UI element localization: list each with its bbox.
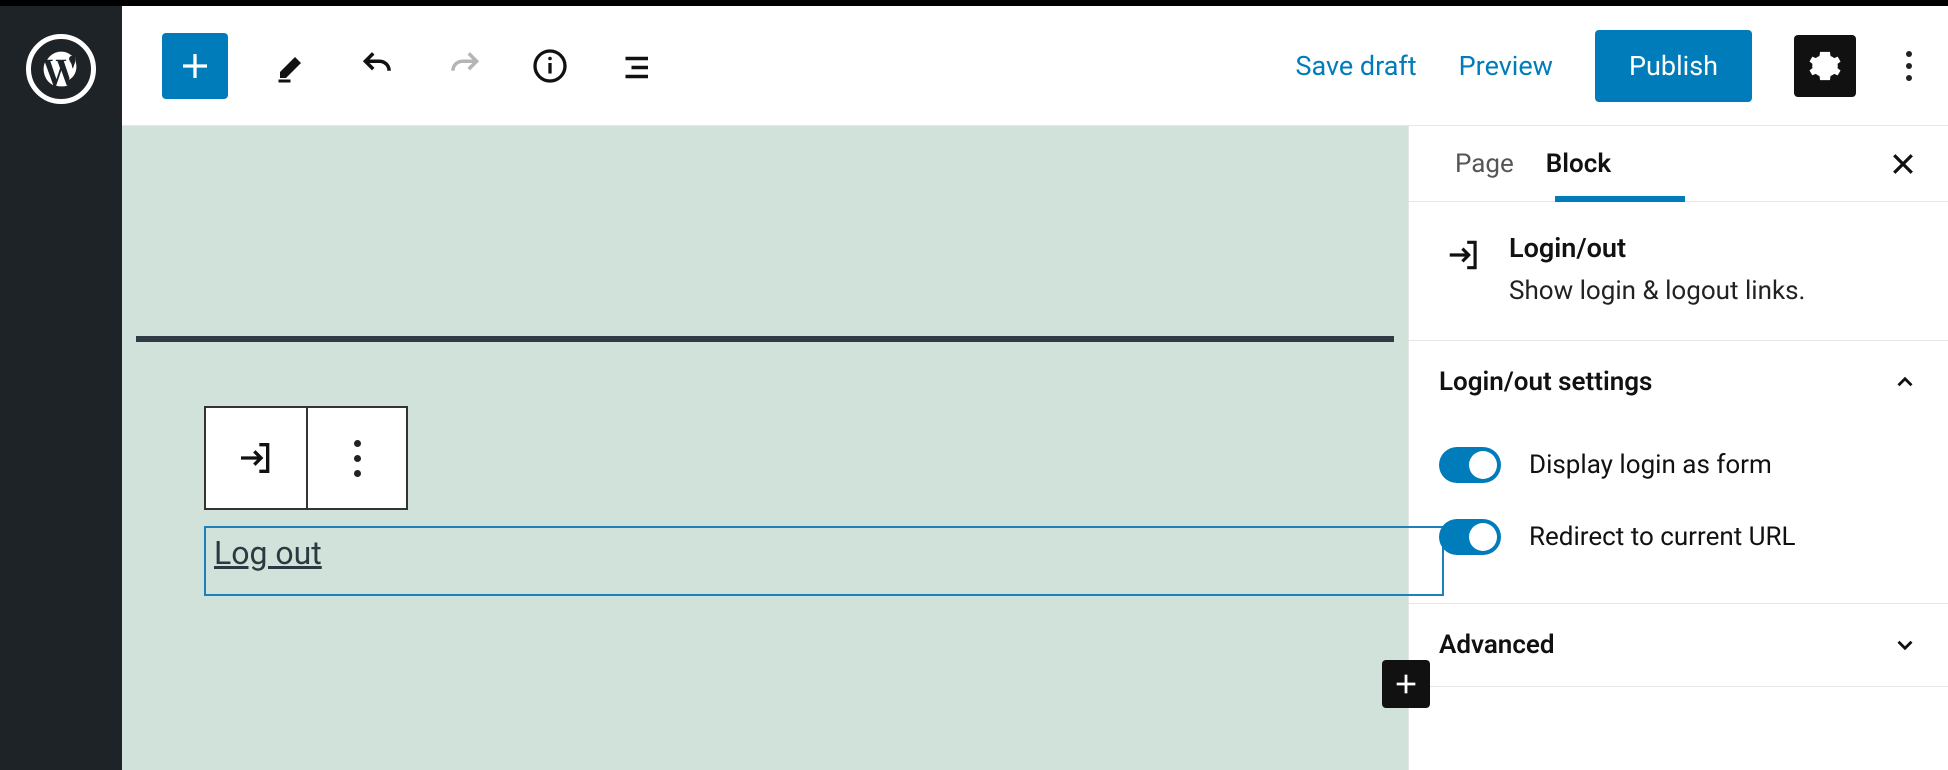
block-title: Login/out bbox=[1509, 232, 1805, 264]
append-block-button[interactable] bbox=[1382, 660, 1430, 708]
advanced-panel-toggle[interactable]: Advanced bbox=[1409, 604, 1948, 686]
block-type-login-icon[interactable] bbox=[206, 408, 306, 508]
publish-button[interactable]: Publish bbox=[1595, 30, 1752, 102]
display-login-form-label: Display login as form bbox=[1529, 450, 1772, 480]
redirect-current-url-label: Redirect to current URL bbox=[1529, 522, 1796, 552]
display-login-form-toggle[interactable] bbox=[1439, 447, 1501, 483]
block-card: Login/out Show login & logout links. bbox=[1409, 202, 1948, 341]
tab-block[interactable]: Block bbox=[1530, 127, 1627, 201]
save-draft-button[interactable]: Save draft bbox=[1295, 50, 1416, 82]
list-view-icon[interactable] bbox=[614, 44, 658, 88]
block-inserter-button[interactable] bbox=[162, 33, 228, 99]
login-icon bbox=[1445, 236, 1483, 274]
redirect-current-url-toggle[interactable] bbox=[1439, 519, 1501, 555]
sidebar-tabs: Page Block bbox=[1409, 126, 1948, 202]
block-toolbar bbox=[204, 406, 408, 510]
separator-block bbox=[136, 336, 1394, 342]
panel-title: Advanced bbox=[1439, 630, 1555, 660]
advanced-panel: Advanced bbox=[1409, 604, 1948, 687]
wp-logo-icon[interactable] bbox=[26, 34, 96, 104]
loginout-settings-panel: Login/out settings Display login as form… bbox=[1409, 341, 1948, 604]
editor-canvas[interactable]: Log out bbox=[122, 126, 1408, 770]
undo-icon[interactable] bbox=[356, 44, 400, 88]
details-info-icon[interactable] bbox=[528, 44, 572, 88]
settings-sidebar: Page Block Login/out Show login & logout… bbox=[1408, 126, 1948, 770]
active-tab-indicator bbox=[1555, 196, 1685, 202]
logout-link[interactable]: Log out bbox=[214, 534, 322, 572]
editor-top-toolbar: Save draft Preview Publish bbox=[122, 6, 1948, 126]
settings-gear-button[interactable] bbox=[1794, 35, 1856, 97]
tools-pencil-icon[interactable] bbox=[270, 44, 314, 88]
tab-page[interactable]: Page bbox=[1439, 127, 1530, 201]
chevron-up-icon bbox=[1892, 369, 1918, 395]
close-sidebar-button[interactable] bbox=[1888, 149, 1918, 179]
block-description: Show login & logout links. bbox=[1509, 276, 1805, 306]
options-menu-button[interactable] bbox=[1898, 35, 1920, 97]
panel-title: Login/out settings bbox=[1439, 367, 1652, 397]
redo-icon bbox=[442, 44, 486, 88]
selected-loginout-block[interactable]: Log out bbox=[204, 526, 1444, 596]
preview-button[interactable]: Preview bbox=[1459, 50, 1553, 82]
block-more-options-button[interactable] bbox=[306, 408, 406, 508]
loginout-settings-toggle[interactable]: Login/out settings bbox=[1409, 341, 1948, 423]
wp-admin-column bbox=[0, 6, 122, 770]
chevron-down-icon bbox=[1892, 632, 1918, 658]
